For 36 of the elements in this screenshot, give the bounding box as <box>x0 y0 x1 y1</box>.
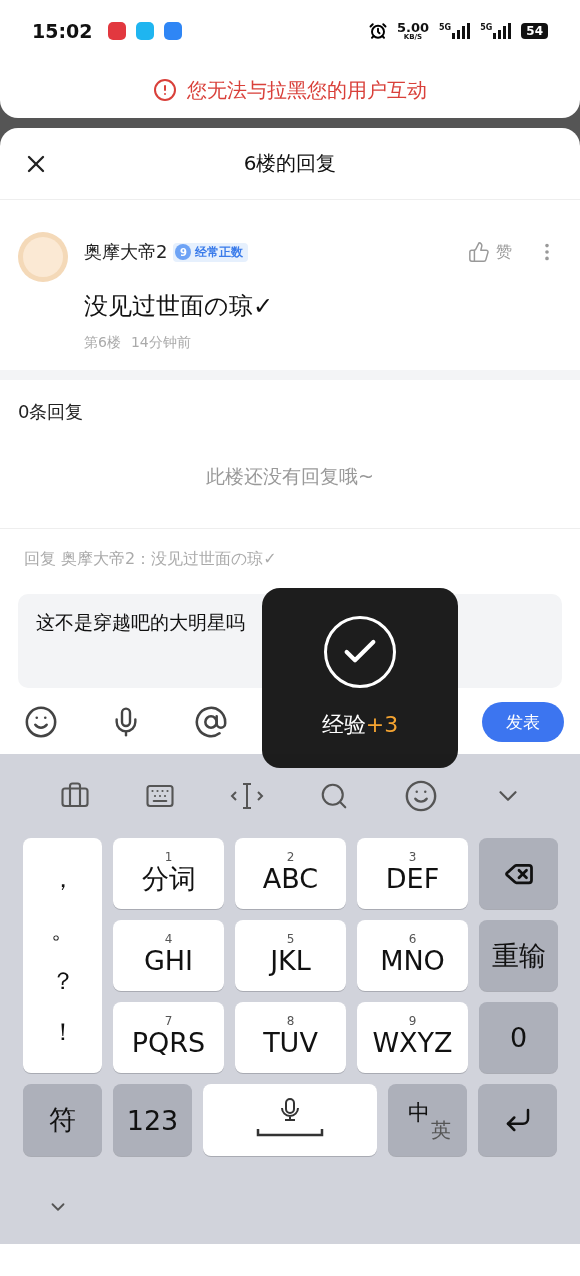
clock: 15:02 <box>32 20 93 42</box>
post-content: 没见过世面の琼✓ <box>84 291 275 322</box>
post-time: 14分钟前 <box>130 334 191 352</box>
key[interactable]: 6 MNO <box>357 920 468 991</box>
floor-number: 第6楼 <box>84 334 121 352</box>
number-key[interactable]: 123 <box>113 1084 192 1156</box>
punctuation-item[interactable]: ？ <box>40 964 85 997</box>
key[interactable]: 0 <box>479 1002 558 1073</box>
battery-level: 54 <box>521 23 548 39</box>
toast-message: 经验+3 <box>321 711 399 739</box>
language-key[interactable]: 中 英 <box>388 1084 467 1156</box>
key[interactable]: 4 GHI <box>113 920 224 991</box>
key[interactable]: 1 分词 <box>113 838 224 909</box>
blocked-notice: 您无法与拉黑您的用户互动 <box>187 76 427 104</box>
symbol-key[interactable]: 符 <box>23 1084 102 1156</box>
key[interactable]: 9 WXYZ <box>357 1002 468 1073</box>
punctuation-item[interactable]: ， <box>40 863 85 896</box>
punctuation-item[interactable]: ！ <box>40 1015 85 1048</box>
network-type: 5G <box>480 23 493 32</box>
network-speed: 5.00 <box>396 21 429 34</box>
key[interactable]: 8 TUV <box>235 1002 346 1073</box>
punctuation-key[interactable]: ， 。 ？ ！ <box>23 838 102 1073</box>
level-badge: 9 经常正数 <box>173 242 249 262</box>
empty-message: 此楼还没有回复哦~ <box>0 444 580 529</box>
punctuation-item[interactable]: 。 <box>40 914 85 947</box>
reply-count: 0条回复 <box>0 370 580 444</box>
key[interactable]: 2 ABC <box>235 838 346 909</box>
reply-hint: 回复 奥摩大帝2：没见过世面の琼✓ <box>23 548 278 570</box>
key[interactable]: 重输 <box>479 920 558 991</box>
key[interactable]: 5 JKL <box>235 920 346 991</box>
key[interactable]: 3 DEF <box>357 838 468 909</box>
send-button[interactable]: 发表 <box>482 702 564 742</box>
author-name: 奥摩大帝2 <box>84 240 168 264</box>
sheet-title: 6楼的回复 <box>243 150 337 177</box>
key[interactable]: 7 PQRS <box>113 1002 224 1073</box>
network-type: 5G <box>439 23 452 32</box>
